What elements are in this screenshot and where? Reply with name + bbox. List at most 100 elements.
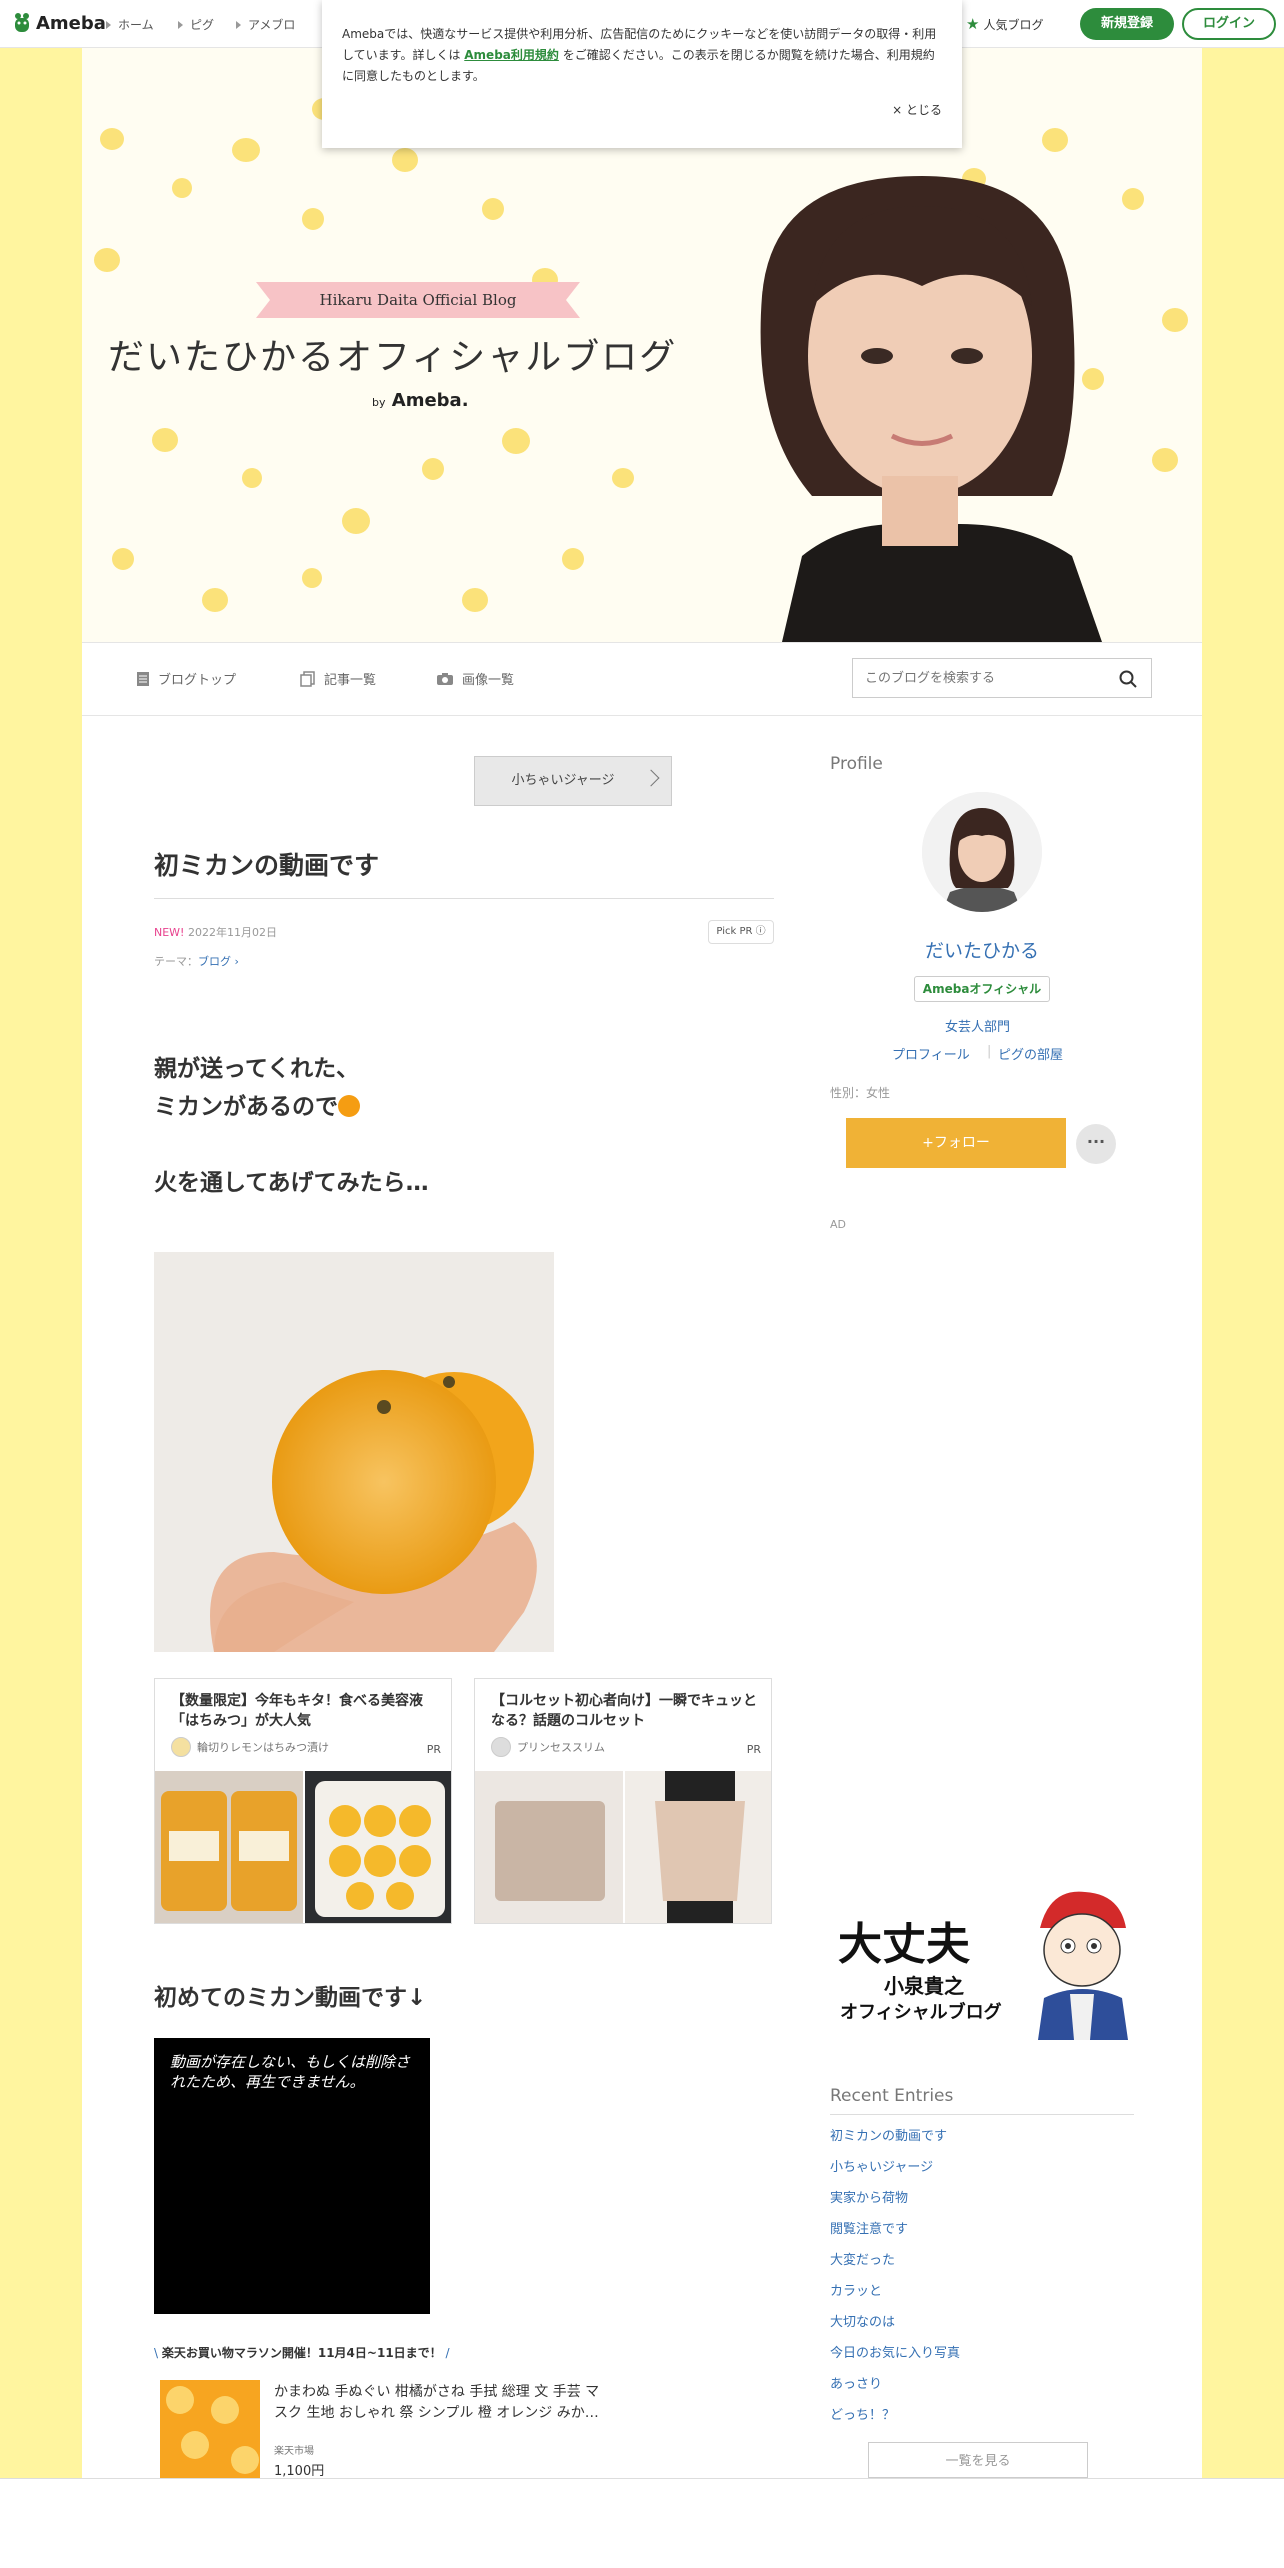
recent-entry-2[interactable]: 小ちゃいジャージ bbox=[830, 2158, 1134, 2189]
bottom-bar bbox=[0, 2478, 1284, 2568]
avatar bbox=[491, 1737, 511, 1757]
koizumi-blog-banner[interactable]: 大丈夫 小泉貴之 オフィシャルブログ bbox=[834, 1888, 1130, 2040]
ameba-frog-icon bbox=[15, 13, 29, 32]
cookie-close-button[interactable]: × とじる bbox=[892, 100, 942, 121]
recent-entries-heading: Recent Entries bbox=[830, 2086, 954, 2106]
ad-card-source: プリンセススリム bbox=[491, 1737, 605, 1757]
article-title[interactable]: 初ミカンの動画です bbox=[154, 846, 774, 899]
images-label: 画像一覧 bbox=[462, 673, 515, 688]
product-image[interactable] bbox=[160, 2380, 260, 2480]
blogger-portrait bbox=[760, 176, 1102, 642]
blog-top-label: ブログトップ bbox=[158, 673, 237, 688]
orange-emoji-icon bbox=[338, 1095, 360, 1117]
ad-card-source: 輪切りレモンはちみつ漬け bbox=[171, 1737, 329, 1757]
recent-entry-3[interactable]: 実家から荷物 bbox=[830, 2189, 1134, 2220]
brand-label: Ameba. bbox=[391, 390, 469, 411]
images-link[interactable]: 画像一覧 bbox=[436, 669, 514, 688]
recent-entry-7[interactable]: 大切なのは bbox=[830, 2313, 1134, 2344]
entries-link[interactable]: 記事一覧 bbox=[300, 669, 376, 688]
pr-label: PR bbox=[426, 1743, 441, 1756]
recent-entry-1[interactable]: 初ミカンの動画です bbox=[830, 2127, 1134, 2158]
official-badge: Amebaオフィシャル bbox=[914, 976, 1050, 1002]
recent-entry-9[interactable]: あっさり bbox=[830, 2375, 1134, 2406]
ameba-logo[interactable]: Ameba bbox=[12, 11, 106, 35]
recent-entry-10[interactable]: どっち！？ bbox=[830, 2406, 1134, 2437]
banner-big-text: 大丈夫 bbox=[838, 1919, 970, 1970]
recent-entries-list: 初ミカンの動画です 小ちゃいジャージ 実家から荷物 閲覧注意です 大変だった カ… bbox=[830, 2114, 1134, 2437]
body-line-1: 親が送ってくれた、 bbox=[154, 1056, 360, 1082]
camera-icon bbox=[437, 672, 453, 685]
copy-icon bbox=[300, 670, 315, 687]
banner-character bbox=[1038, 1891, 1128, 2040]
profile-avatar-image bbox=[922, 792, 1042, 912]
terms-link[interactable]: Ameba利用規約 bbox=[464, 48, 559, 62]
pig-room-link[interactable]: ピグの部屋 bbox=[998, 1044, 1063, 1063]
ad-card-1[interactable]: 【数量限定】今年もキタ！食べる美容液「はちみつ」が大人気 輪切りレモンはちみつ漬… bbox=[154, 1678, 452, 1924]
view-all-button[interactable]: 一覧を見る bbox=[868, 2442, 1088, 2478]
orange-pattern-image bbox=[160, 2380, 260, 2480]
popular-blog-link[interactable]: ★ 人気ブログ bbox=[966, 15, 1043, 33]
blog-top-link[interactable]: ブログトップ bbox=[136, 669, 236, 688]
product-shop: 楽天市場 bbox=[274, 2446, 314, 2457]
product-price: 1,100円 bbox=[274, 2464, 325, 2479]
prev-entry-label: 小ちゃいジャージ bbox=[511, 773, 615, 788]
new-badge: NEW! bbox=[154, 926, 185, 939]
article-photo[interactable] bbox=[154, 1252, 554, 1652]
video-error-message: 動画が存在しない、もしくは削除されたため、再生できません。 bbox=[170, 2053, 411, 2091]
login-button[interactable]: ログイン bbox=[1182, 8, 1276, 40]
register-button[interactable]: 新規登録 bbox=[1080, 8, 1174, 40]
recent-entry-4[interactable]: 閲覧注意です bbox=[830, 2220, 1134, 2251]
recent-entry-5[interactable]: 大変だった bbox=[830, 2251, 1134, 2282]
follow-button[interactable]: +フォロー bbox=[846, 1118, 1066, 1168]
theme-label: テーマ： bbox=[154, 955, 198, 968]
rakuten-banner[interactable]: \ 楽天お買い物マラソン開催！11月4日~11日まで！ / bbox=[154, 2344, 450, 2361]
theme-link[interactable]: ブログ bbox=[198, 955, 231, 968]
banner-sub-text: オフィシャルブログ bbox=[840, 2002, 1002, 2023]
article-body-text-1: 親が送ってくれた、 ミカンがあるので bbox=[154, 1050, 360, 1126]
category-link[interactable]: 女芸人部門 bbox=[945, 1016, 1010, 1035]
ad-card-image bbox=[475, 1771, 771, 1923]
video-player[interactable]: 動画が存在しない、もしくは削除されたため、再生できません。 bbox=[154, 2038, 430, 2314]
ad-card-image bbox=[155, 1771, 451, 1923]
recent-entry-6[interactable]: カラッと bbox=[830, 2282, 1134, 2313]
ad-card-title: 【コルセット初心者向け】一瞬でキュッとなる？話題のコルセット bbox=[491, 1693, 757, 1729]
pick-pr-button[interactable]: Pick PR ⓘ bbox=[708, 920, 774, 944]
ad-label: AD bbox=[830, 1218, 846, 1231]
pr-label: PR bbox=[746, 1743, 761, 1756]
more-options-button[interactable]: ··· bbox=[1076, 1124, 1116, 1164]
by-label: by bbox=[372, 396, 386, 409]
blog-subnav: ブログトップ 記事一覧 画像一覧 bbox=[82, 642, 1202, 716]
profile-link[interactable]: プロフィール bbox=[892, 1044, 970, 1063]
popular-label: 人気ブログ bbox=[983, 17, 1044, 32]
entries-label: 記事一覧 bbox=[324, 673, 377, 688]
ad-source-label: プリンセススリム bbox=[517, 1741, 605, 1754]
by-ameba-label: by Ameba. bbox=[372, 390, 469, 411]
cookie-text: Amebaでは、快適なサービス提供や利用分析、広告配信のためにクッキーなどを使い… bbox=[342, 24, 940, 87]
profile-name[interactable]: だいたひかる bbox=[830, 936, 1134, 963]
blog-ribbon: Hikaru Daita Official Blog bbox=[256, 282, 580, 318]
ad-card-2[interactable]: 【コルセット初心者向け】一瞬でキュッとなる？話題のコルセット プリンセススリム … bbox=[474, 1678, 772, 1924]
body-line-2: ミカンがあるので bbox=[154, 1094, 338, 1120]
avatar bbox=[171, 1737, 191, 1757]
link-divider: | bbox=[987, 1044, 992, 1059]
logo-text: Ameba bbox=[36, 12, 106, 34]
gender-label: 性別：女性 bbox=[830, 1086, 891, 1100]
document-icon bbox=[137, 671, 149, 686]
nav-home[interactable]: ホーム bbox=[106, 16, 154, 33]
mikan-photo bbox=[154, 1252, 554, 1652]
star-icon: ★ bbox=[966, 15, 980, 33]
prev-entry-button[interactable]: 小ちゃいジャージ bbox=[474, 756, 672, 806]
blog-search-input[interactable] bbox=[853, 659, 1103, 697]
ad-card-title: 【数量限定】今年もキタ！食べる美容液「はちみつ」が大人気 bbox=[171, 1693, 423, 1729]
search-icon[interactable] bbox=[1119, 670, 1137, 688]
nav-pig[interactable]: ピグ bbox=[178, 16, 214, 33]
recent-entry-8[interactable]: 今日のお気に入り写真 bbox=[830, 2344, 1134, 2375]
ad-source-label: 輪切りレモンはちみつ漬け bbox=[197, 1741, 329, 1754]
nav-ameblo[interactable]: アメブロ bbox=[236, 16, 295, 33]
article-date: 2022年11月02日 bbox=[187, 926, 277, 939]
product-title[interactable]: かまわぬ 手ぬぐい 柑橘がさね 手拭 総理 文 手芸 マスク 生地 おしゃれ 祭… bbox=[274, 2382, 604, 2424]
blog-search[interactable] bbox=[852, 658, 1152, 698]
blog-title[interactable]: だいたひかるオフィシャルブログ bbox=[108, 328, 677, 380]
article-theme: テーマ：ブログ › bbox=[154, 955, 239, 968]
profile-avatar[interactable] bbox=[922, 792, 1042, 912]
